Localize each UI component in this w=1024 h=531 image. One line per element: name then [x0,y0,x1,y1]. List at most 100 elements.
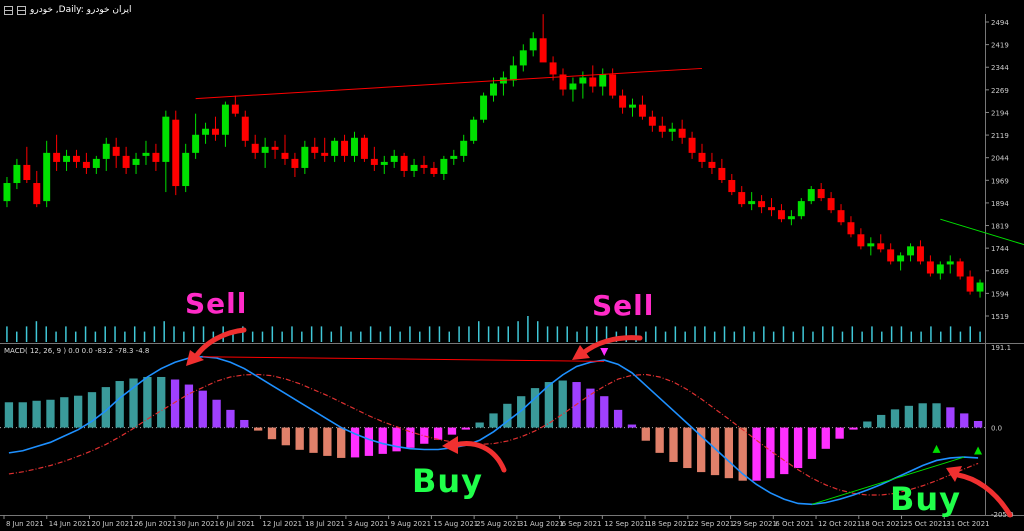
candle-body [539,38,547,63]
date-tick-label: 25 Oct 2021 [904,520,947,528]
macd-histogram-bar [973,420,983,428]
candle-body [936,264,944,274]
macd-histogram-bar [143,376,152,428]
candle-body [63,155,71,162]
macd-histogram-bar [226,409,235,428]
candle-body [440,158,448,174]
candle-body [599,74,607,87]
date-tick-label: 12 Oct 2021 [818,520,861,528]
macd-histogram-bar [960,413,969,428]
window-icon [17,5,26,15]
date-tick-label: 3 Aug 2021 [348,520,388,528]
macd-histogram-bar [364,427,374,456]
macd-histogram-bar [932,403,941,428]
candle-body [450,155,458,159]
candle-body [807,189,815,202]
macd-histogram-bar [198,390,207,428]
date-tick-label: 15 Aug 2021 [433,520,478,528]
macd-histogram-bar [184,384,194,428]
buy-annotation-left: Buy [412,462,484,500]
macd-histogram-bar [240,419,249,428]
candle-body [907,246,915,256]
price-tick-label: 1969 [991,177,1009,185]
candle-body [33,183,41,205]
candle-body [410,164,418,171]
candle-body [162,116,170,162]
macd-histogram-bar [517,396,526,428]
candle-body [152,152,160,162]
macd-histogram-bar [752,427,761,481]
candle-body [43,152,51,202]
price-tick-label: 2269 [991,87,1009,95]
macd-histogram-bar [378,427,387,454]
price-tick-label: 2119 [991,132,1009,140]
candle-body [966,276,974,292]
candle-body [887,249,895,262]
candle-body [53,152,61,162]
macd-histogram-bar [586,388,595,428]
candle-body [976,282,984,292]
candle-body [509,65,517,81]
candle-body [956,261,964,277]
candle-body [837,210,845,223]
candle-body [221,104,229,135]
candle-body [102,143,110,159]
macd-histogram-bar [890,409,900,428]
candle-body [490,83,497,96]
window-title: خودرو ,Daily: ایران خودرو [30,5,132,15]
candle-body [817,189,825,199]
candle-body [341,140,349,156]
candle-body [629,104,636,108]
macd-histogram-bar [170,379,180,428]
macd-histogram-bar [295,427,304,450]
candle-body [648,116,656,126]
candle-body [787,216,795,220]
price-tick-label: 2044 [991,155,1009,163]
candle-body [877,243,885,250]
macd-histogram-bar [309,427,318,453]
candle-body [370,158,378,165]
date-tick-label: 12 Sep 2021 [604,520,648,528]
candle-body [430,167,438,174]
macd-histogram-bar [877,414,886,428]
candle-body [182,152,190,187]
date-tick-label: 14 Jun 2021 [49,520,91,528]
candle-body [271,146,279,150]
date-tick-label: 12 Jul 2021 [262,520,302,528]
candle-body [92,158,100,168]
macd-histogram-bar [433,427,443,440]
candle-body [212,128,219,135]
trading-chart[interactable]: 2494 2419 2344 2269 2194 2119 2044 1969 1894 1819… [0,0,1024,531]
macd-histogram-bar [849,427,858,430]
candle-body [192,134,200,153]
price-tick-label: 1894 [991,200,1009,208]
macd-histogram-bar [420,427,429,444]
candle-body [638,104,646,117]
date-tick-label: 31 Aug 2021 [519,520,564,528]
candle-body [847,222,855,235]
date-tick-label: 25 Aug 2021 [476,520,521,528]
candle-body [857,234,865,247]
macd-histogram-bar [863,421,872,428]
macd-histogram-bar [613,409,623,428]
candle-body [946,261,954,265]
candle-body [460,140,468,156]
price-tick-label: 1744 [991,245,1009,253]
price-tick-label: 2194 [991,109,1009,117]
candle-body [579,77,587,84]
candle-body [172,119,180,187]
candle-body [261,146,269,153]
macd-histogram-bar [738,427,747,481]
macd-histogram-bar [655,427,664,453]
price-tick-label: 2494 [991,19,1009,27]
candle-body [519,50,527,66]
candle-body [569,83,577,90]
date-tick-label: 6 Sep 2021 [562,520,602,528]
macd-histogram-bar [475,422,484,428]
macd-histogram-bar [281,427,290,446]
price-tick-label: 1519 [991,313,1009,321]
candle-body [13,164,21,184]
candle-body [3,183,11,202]
candle-body [82,161,90,168]
candle-body [202,128,210,135]
